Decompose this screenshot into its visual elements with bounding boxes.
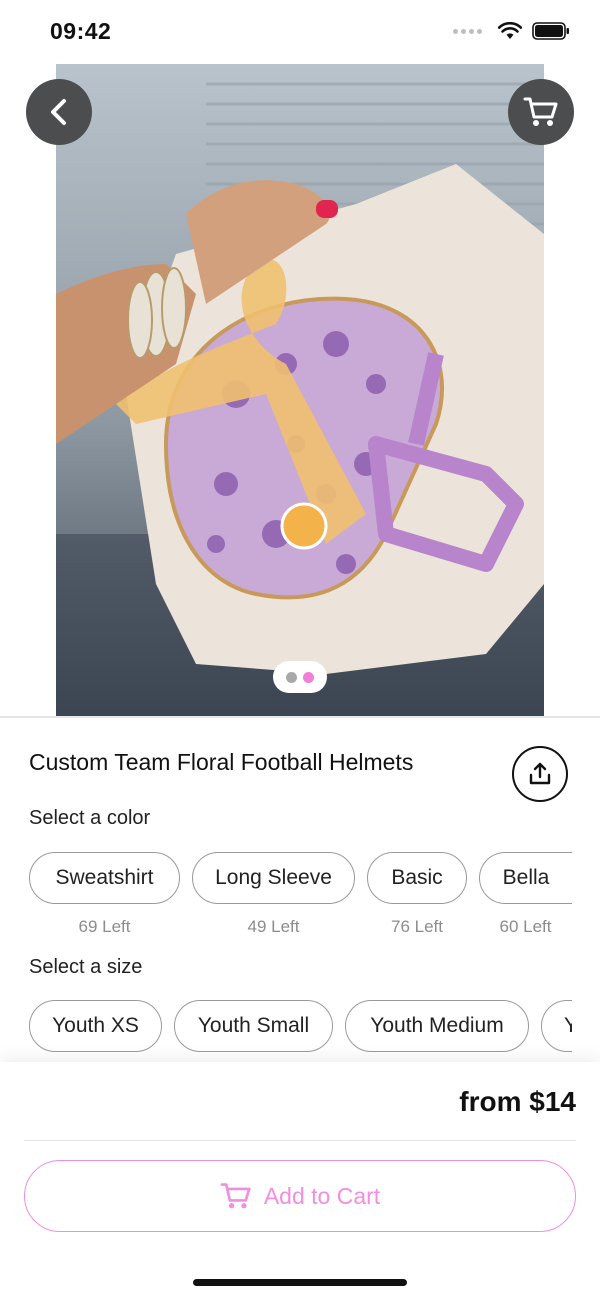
status-bar: 09:42 [0,0,600,64]
status-icons [453,22,570,40]
cart-icon [220,1183,251,1209]
size-options-row: Youth XS Youth Small Youth Medium Y [0,990,572,1070]
add-to-cart-button[interactable]: Add to Cart [24,1160,576,1232]
product-title: Custom Team Floral Football Helmets [29,749,414,775]
pager-dot-1[interactable] [286,671,297,683]
size-option-youth-xs[interactable]: Youth XS [29,1000,162,1052]
stock-sweatshirt: 69 Left [78,917,131,936]
status-time: 09:42 [50,18,112,44]
color-section-label: Select a color [29,807,151,829]
color-option-long-sleeve[interactable]: Long Sleeve [192,852,355,904]
divider [0,716,600,718]
signal-dots-icon [453,28,482,34]
size-section-label: Select a size [29,956,143,978]
product-image[interactable] [56,64,544,716]
divider [24,1140,576,1141]
home-indicator[interactable] [193,1279,407,1286]
cart-button[interactable] [508,79,574,145]
share-icon [529,762,551,785]
product-price: from $14 [459,1086,576,1117]
wifi-icon [498,22,522,39]
back-button[interactable] [26,79,92,145]
color-option-bella[interactable]: Bella [479,852,572,904]
color-option-sweatshirt[interactable]: Sweatshirt [29,852,180,904]
pager-dot-2[interactable] [303,671,314,683]
battery-icon [532,22,569,40]
cart-icon [523,97,558,126]
stock-basic: 76 Left [391,917,443,936]
add-to-cart-label: Add to Cart [263,1182,381,1209]
share-button[interactable] [512,746,568,802]
image-pager[interactable] [273,661,327,693]
size-option-next[interactable]: Y [541,1000,572,1052]
size-option-youth-medium[interactable]: Youth Medium [345,1000,529,1052]
stock-long-sleeve: 49 Left [247,917,300,936]
size-option-youth-small[interactable]: Youth Small [174,1000,333,1052]
color-option-basic[interactable]: Basic [367,852,467,904]
stock-bella: 60 Left [499,917,552,936]
back-chevron-icon [51,99,66,125]
